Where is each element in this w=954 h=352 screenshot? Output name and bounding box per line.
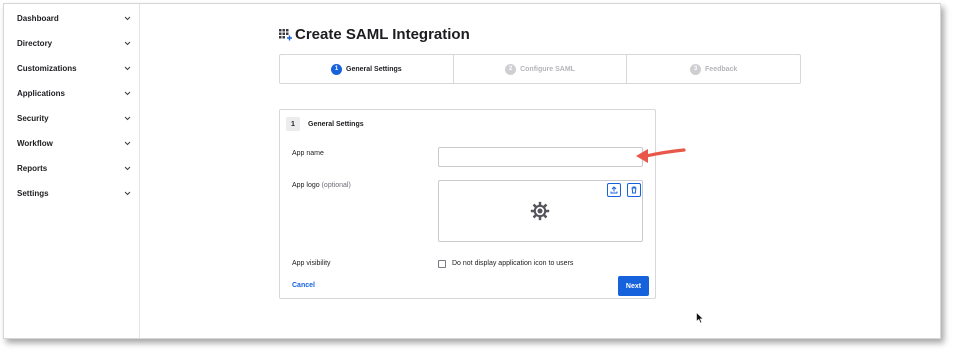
optional-hint: (optional) <box>321 182 351 189</box>
sidebar-item-label: Settings <box>17 188 49 198</box>
general-settings-panel: 1 General Settings App name App logo (op… <box>279 109 656 299</box>
page-header: Create SAML Integration <box>279 26 470 43</box>
section-number: 1 <box>286 117 300 131</box>
sidebar-item-security[interactable]: Security <box>17 109 131 127</box>
page-title: Create SAML Integration <box>295 26 470 43</box>
sidebar-item-customizations[interactable]: Customizations <box>17 59 131 77</box>
apps-add-icon <box>279 28 292 41</box>
app-logo-label-text: App logo <box>292 182 320 189</box>
cancel-link[interactable]: Cancel <box>292 282 315 289</box>
sidebar-item-directory[interactable]: Directory <box>17 34 131 52</box>
app-logo-label: App logo (optional) <box>292 182 351 189</box>
step-label: Configure SAML <box>520 65 575 73</box>
hide-icon-checkbox-label[interactable]: Do not display application icon to users <box>452 260 573 267</box>
step-feedback: 3 Feedback <box>626 55 800 83</box>
step-label: General Settings <box>346 65 402 73</box>
step-number: 3 <box>690 63 702 75</box>
trash-icon <box>631 186 637 194</box>
panel-header: 1 General Settings <box>286 117 364 131</box>
step-label: Feedback <box>705 65 738 73</box>
chevron-down-icon <box>123 164 131 172</box>
annotation-arrow-icon <box>636 148 686 163</box>
mouse-cursor-icon <box>696 312 704 324</box>
sidebar-item-applications[interactable]: Applications <box>17 84 131 102</box>
sidebar-item-workflow[interactable]: Workflow <box>17 134 131 152</box>
app-visibility-label: App visibility <box>292 260 331 267</box>
sidebar-item-label: Directory <box>17 38 53 48</box>
sidebar-item-reports[interactable]: Reports <box>17 159 131 177</box>
sidebar-item-settings[interactable]: Settings <box>17 184 131 202</box>
sidebar-item-label: Security <box>17 113 49 123</box>
step-number: 1 <box>331 63 343 75</box>
app-name-label: App name <box>292 150 324 157</box>
sidebar-item-label: Dashboard <box>17 13 59 23</box>
sidebar-item-label: Applications <box>17 88 66 98</box>
sidebar-item-dashboard[interactable]: Dashboard <box>17 9 131 27</box>
chevron-down-icon <box>123 14 131 22</box>
app-name-input[interactable] <box>438 147 643 167</box>
chevron-down-icon <box>123 114 131 122</box>
upload-icon <box>610 186 618 194</box>
delete-button[interactable] <box>627 183 641 197</box>
section-title: General Settings <box>308 120 364 128</box>
hide-icon-checkbox[interactable] <box>438 260 446 268</box>
chevron-down-icon <box>123 64 131 72</box>
next-button[interactable]: Next <box>618 276 649 296</box>
upload-button[interactable] <box>607 183 621 197</box>
gear-icon <box>530 201 550 221</box>
chevron-down-icon <box>123 189 131 197</box>
chevron-down-icon <box>123 89 131 97</box>
sidebar-item-label: Customizations <box>17 63 77 73</box>
sidebar-item-label: Reports <box>17 163 48 173</box>
app-logo-dropzone[interactable] <box>438 180 643 242</box>
sidebar: Dashboard Directory Customizations Appli… <box>4 4 140 338</box>
step-general-settings: 1 General Settings <box>280 55 453 83</box>
sidebar-item-label: Workflow <box>17 138 53 148</box>
wizard-stepper: 1 General Settings 2 Configure SAML 3 Fe… <box>279 54 801 84</box>
step-number: 2 <box>505 63 517 75</box>
step-configure-saml: 2 Configure SAML <box>452 55 627 83</box>
chevron-down-icon <box>123 39 131 47</box>
chevron-down-icon <box>123 139 131 147</box>
app-window: Dashboard Directory Customizations Appli… <box>3 3 941 339</box>
